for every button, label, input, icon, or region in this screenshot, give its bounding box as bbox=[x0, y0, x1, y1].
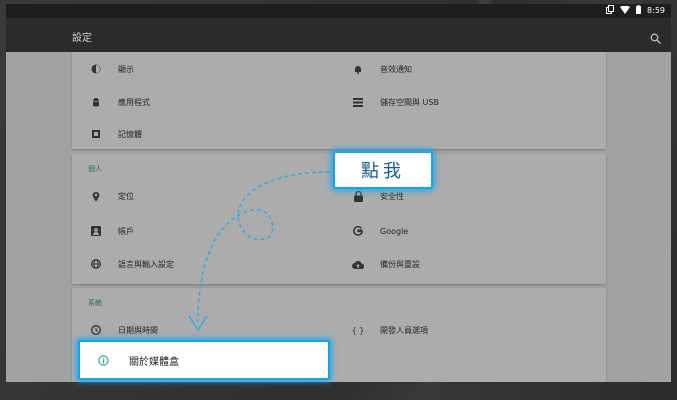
lock-icon bbox=[348, 190, 368, 202]
setting-developer[interactable]: { } 開發人員選項 bbox=[348, 320, 428, 340]
globe-icon bbox=[86, 259, 106, 269]
account-icon bbox=[86, 226, 106, 236]
android-icon bbox=[86, 97, 106, 107]
setting-about-box-highlighted[interactable]: 關於媒體盒 bbox=[78, 340, 330, 380]
search-icon[interactable] bbox=[650, 29, 661, 48]
storage-icon bbox=[348, 97, 368, 107]
setting-display[interactable]: 顯示 bbox=[86, 59, 134, 79]
clock-icon bbox=[86, 325, 106, 335]
section-title-system: 系統 bbox=[88, 299, 102, 307]
device-card: 顯示 應用程式 記憶體 音效通知 儲存空間與 USB bbox=[72, 52, 606, 149]
setting-location[interactable]: 定位 bbox=[86, 186, 134, 206]
copy-icon bbox=[606, 5, 615, 16]
screen: 8:59 設定 顯示 應用程式 記憶體 音效通知 儲存空間與 USB 個人 定位… bbox=[6, 4, 671, 382]
setting-language[interactable]: 語言與輸入設定 bbox=[86, 254, 174, 274]
setting-apps[interactable]: 應用程式 bbox=[86, 92, 150, 112]
page-title: 設定 bbox=[72, 33, 92, 44]
bell-icon bbox=[348, 64, 368, 74]
status-bar: 8:59 bbox=[6, 4, 671, 18]
setting-backup[interactable]: 備份與重設 bbox=[348, 254, 420, 274]
click-me-callout: 點我 bbox=[333, 151, 433, 189]
setting-date-time[interactable]: 日期與時間 bbox=[86, 320, 158, 340]
cloud-upload-icon bbox=[348, 260, 368, 269]
setting-sound[interactable]: 音效通知 bbox=[348, 59, 412, 79]
location-icon bbox=[86, 191, 106, 202]
wifi-icon bbox=[620, 5, 631, 16]
code-braces-icon: { } bbox=[351, 325, 365, 335]
app-bar: 設定 bbox=[6, 18, 671, 52]
setting-storage[interactable]: 儲存空間與 USB bbox=[348, 92, 439, 112]
section-title-personal: 個人 bbox=[88, 165, 102, 173]
battery-icon bbox=[636, 5, 642, 16]
clock-time: 8:59 bbox=[647, 6, 665, 15]
memory-icon bbox=[86, 129, 106, 139]
setting-security[interactable]: 安全性 bbox=[348, 186, 404, 206]
setting-memory[interactable]: 記憶體 bbox=[86, 124, 142, 144]
info-icon bbox=[98, 351, 109, 370]
setting-accounts[interactable]: 帳戶 bbox=[86, 221, 134, 241]
display-icon bbox=[86, 64, 106, 74]
setting-google[interactable]: Google bbox=[348, 221, 408, 241]
setting-about-label: 關於媒體盒 bbox=[129, 356, 179, 368]
google-icon bbox=[348, 226, 368, 236]
